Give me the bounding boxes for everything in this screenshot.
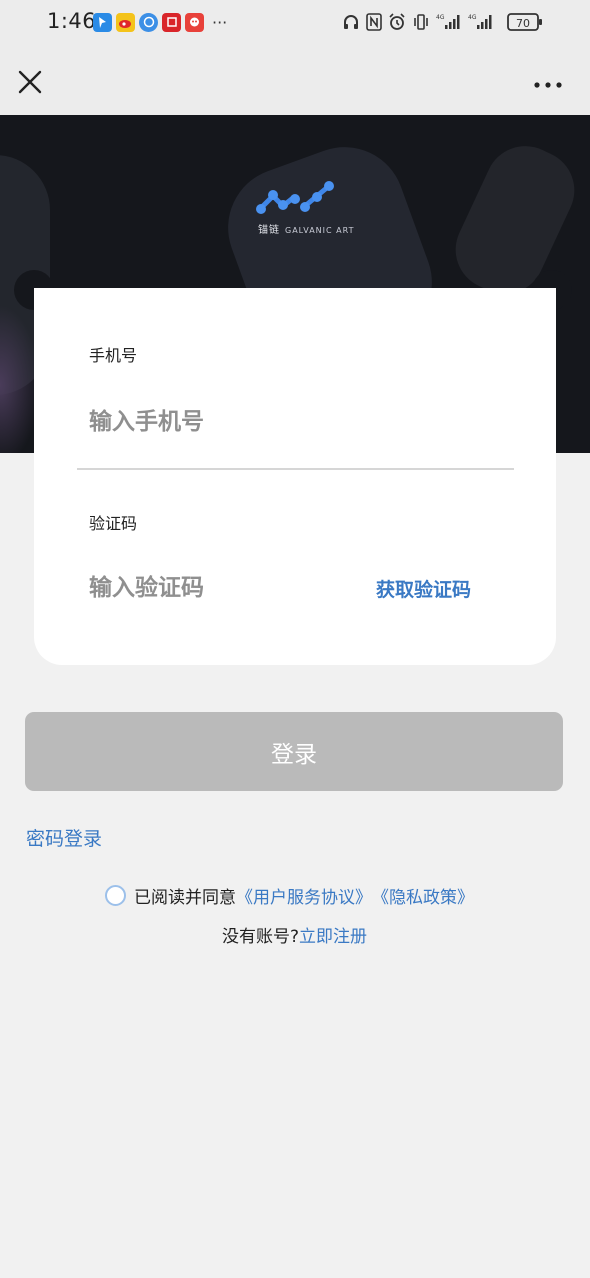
nfc-icon (366, 13, 382, 31)
register-link[interactable]: 立即注册 (299, 927, 367, 947)
signal-2-icon: 4G (468, 13, 494, 31)
close-icon (18, 70, 42, 94)
verification-code-input[interactable] (89, 570, 349, 606)
field-divider (77, 468, 514, 470)
password-login-link[interactable]: 密码登录 (26, 824, 102, 851)
get-code-button[interactable]: 获取验证码 (376, 575, 471, 602)
login-button[interactable]: 登录 (25, 712, 563, 791)
top-nav-bar (0, 46, 590, 115)
more-options-button[interactable] (530, 76, 566, 88)
system-icons: 4G 4G (342, 12, 494, 32)
map-pin-app-icon (93, 12, 112, 32)
agreement-text: 已阅读并同意 (134, 887, 236, 908)
code-label: 验证码 (89, 514, 138, 533)
notification-icons: ··· (93, 12, 227, 32)
register-row: 没有账号?立即注册 (222, 922, 367, 947)
headphones-icon (342, 13, 360, 31)
status-bar: 1:46 ··· 4G 4G 70 (0, 0, 590, 46)
more-dots-icon (534, 82, 562, 88)
status-time: 1:46 (47, 9, 97, 33)
phone-label: 手机号 (89, 346, 138, 365)
browser-app-icon (139, 12, 158, 32)
register-question: 没有账号? (222, 927, 300, 947)
agreement-row: 已阅读并同意 《用户服务协议》 《隐私政策》 (105, 882, 474, 908)
brand-name-en: GALVANIC ART (285, 226, 355, 235)
alarm-icon (388, 13, 406, 31)
agreement-checkbox[interactable] (105, 884, 126, 906)
chat-app-icon (185, 12, 204, 32)
terms-link[interactable]: 《用户服务协议》 (236, 883, 372, 908)
weibo-app-icon (116, 12, 135, 32)
svg-text:4G: 4G (468, 14, 477, 21)
privacy-link[interactable]: 《隐私政策》 (372, 883, 474, 908)
battery-icon: 70 (507, 12, 543, 36)
svg-text:4G: 4G (436, 14, 445, 21)
more-notifications-indicator: ··· (212, 12, 228, 32)
vibrate-icon (412, 13, 430, 31)
news-app-icon (162, 12, 181, 32)
login-page: 1:46 ··· 4G 4G 70 锚链 GALVANIC ART 手机号 输入… (0, 0, 590, 1278)
brand-name-cn: 锚链 (258, 225, 280, 236)
phone-input[interactable] (89, 404, 509, 440)
close-button[interactable] (16, 68, 44, 96)
brand-wordmark: 锚链 GALVANIC ART (258, 221, 355, 236)
battery-level: 70 (516, 17, 530, 30)
signal-1-icon: 4G (436, 13, 462, 31)
